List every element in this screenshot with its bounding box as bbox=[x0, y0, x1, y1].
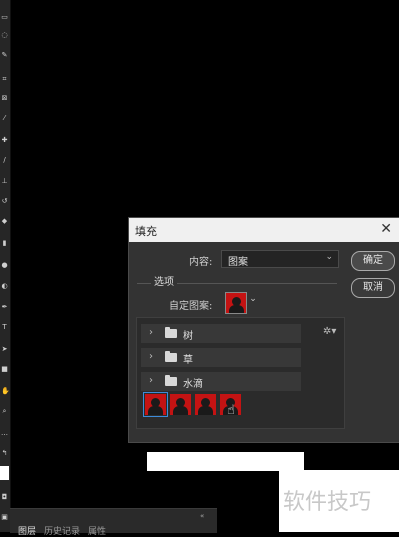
dodge-tool-icon[interactable]: ◐ bbox=[1, 283, 8, 290]
eyedropper-tool-icon[interactable]: ⁄ bbox=[1, 115, 8, 122]
hand-tool-icon[interactable]: ✋ bbox=[1, 388, 10, 395]
content-select[interactable]: 图案 ⌄ bbox=[221, 250, 339, 268]
pattern-preview[interactable] bbox=[225, 292, 247, 314]
quick-select-tool-icon[interactable]: ✎ bbox=[1, 52, 8, 59]
screen-mode-icon[interactable]: ▣ bbox=[1, 514, 8, 521]
tab-properties[interactable]: 属性 bbox=[88, 524, 106, 537]
tab-history[interactable]: 历史记录 bbox=[44, 524, 80, 537]
pen-tool-icon[interactable]: ✒ bbox=[1, 304, 8, 311]
folder-name: 树 bbox=[183, 331, 193, 342]
pattern-picker: ✲▾ › 树 › 草 › 水滴 bbox=[136, 317, 351, 530]
cancel-button[interactable]: 取消 bbox=[351, 278, 395, 298]
frame-tool-icon[interactable]: ⊠ bbox=[1, 95, 8, 102]
dialog-title: 填充 bbox=[135, 225, 157, 238]
pattern-thumbnail[interactable] bbox=[195, 394, 216, 415]
blur-tool-icon[interactable]: ● bbox=[1, 262, 8, 269]
folder-icon bbox=[165, 327, 177, 338]
type-tool-icon[interactable]: T bbox=[1, 324, 8, 331]
watermark: 软件技巧 bbox=[279, 470, 399, 532]
person-body-icon bbox=[198, 406, 213, 415]
eraser-tool-icon[interactable]: ◆ bbox=[1, 218, 8, 225]
folder-name: 水滴 bbox=[183, 379, 203, 390]
swap-colors-icon[interactable]: ↰ bbox=[1, 450, 8, 457]
white-bar bbox=[147, 452, 304, 471]
fill-dialog: 填充 ✕ 内容: 图案 ⌄ 确定 取消 选项 自定图案: ⌄ ✲▾ › 树 › … bbox=[128, 217, 399, 530]
healing-tool-icon[interactable]: ✚ bbox=[1, 137, 8, 144]
gear-icon[interactable]: ✲▾ bbox=[323, 326, 336, 337]
custom-pattern-label: 自定图案: bbox=[169, 301, 213, 312]
history-brush-tool-icon[interactable]: ↺ bbox=[1, 198, 8, 205]
brush-tool-icon[interactable]: / bbox=[1, 157, 8, 164]
stamp-tool-icon[interactable]: ⊥ bbox=[1, 178, 8, 185]
close-icon[interactable]: ✕ bbox=[380, 221, 392, 237]
tools-panel: ▭ ◌ ✎ ⌗ ⊠ ⁄ ✚ / ⊥ ↺ ◆ ▮ ● ◐ ✒ T ➤ ■ ✋ ⌕ … bbox=[0, 0, 11, 532]
hand-pointer-icon: ☝ bbox=[227, 403, 235, 418]
folder-row[interactable]: › 水滴 bbox=[141, 372, 301, 391]
folder-name: 草 bbox=[183, 355, 193, 366]
more-tools-icon[interactable]: … bbox=[1, 430, 8, 437]
folder-icon bbox=[165, 375, 177, 386]
folder-icon bbox=[165, 351, 177, 362]
pattern-dropdown-chevron-icon[interactable]: ⌄ bbox=[247, 294, 259, 312]
ok-button[interactable]: 确定 bbox=[351, 251, 395, 271]
layers-panel: « 图层 历史记录 属性 bbox=[10, 508, 217, 537]
path-select-tool-icon[interactable]: ➤ bbox=[1, 346, 8, 353]
content-select-value: 图案 bbox=[228, 257, 248, 268]
collapse-panel-icon[interactable]: « bbox=[200, 512, 204, 520]
shape-tool-icon[interactable]: ■ bbox=[1, 366, 8, 373]
folder-row[interactable]: › 草 bbox=[141, 348, 301, 367]
lasso-tool-icon[interactable]: ◌ bbox=[1, 32, 8, 39]
folder-row[interactable]: › 树 bbox=[141, 324, 301, 343]
tab-layers[interactable]: 图层 bbox=[18, 524, 36, 537]
dialog-titlebar[interactable]: 填充 ✕ bbox=[129, 218, 399, 242]
watermark-text: 软件技巧 bbox=[283, 490, 372, 515]
marquee-tool-icon[interactable]: ▭ bbox=[1, 14, 8, 21]
person-body-icon bbox=[173, 406, 188, 415]
options-group-label: 选项 bbox=[151, 273, 177, 288]
content-label: 内容: bbox=[189, 257, 213, 268]
person-body-icon bbox=[229, 305, 244, 313]
person-body-icon bbox=[148, 406, 163, 415]
pattern-thumbnail[interactable] bbox=[170, 394, 191, 415]
zoom-tool-icon[interactable]: ⌕ bbox=[1, 408, 8, 415]
gradient-tool-icon[interactable]: ▮ bbox=[1, 240, 8, 247]
pattern-thumbnail[interactable] bbox=[143, 392, 168, 417]
chevron-right-icon[interactable]: › bbox=[149, 375, 153, 386]
quick-mask-icon[interactable]: ◘ bbox=[1, 494, 8, 501]
crop-tool-icon[interactable]: ⌗ bbox=[1, 76, 8, 83]
chevron-down-icon: ⌄ bbox=[325, 252, 333, 262]
chevron-right-icon[interactable]: › bbox=[149, 351, 153, 362]
chevron-right-icon[interactable]: › bbox=[149, 327, 153, 338]
background-color-swatch[interactable] bbox=[0, 466, 9, 480]
